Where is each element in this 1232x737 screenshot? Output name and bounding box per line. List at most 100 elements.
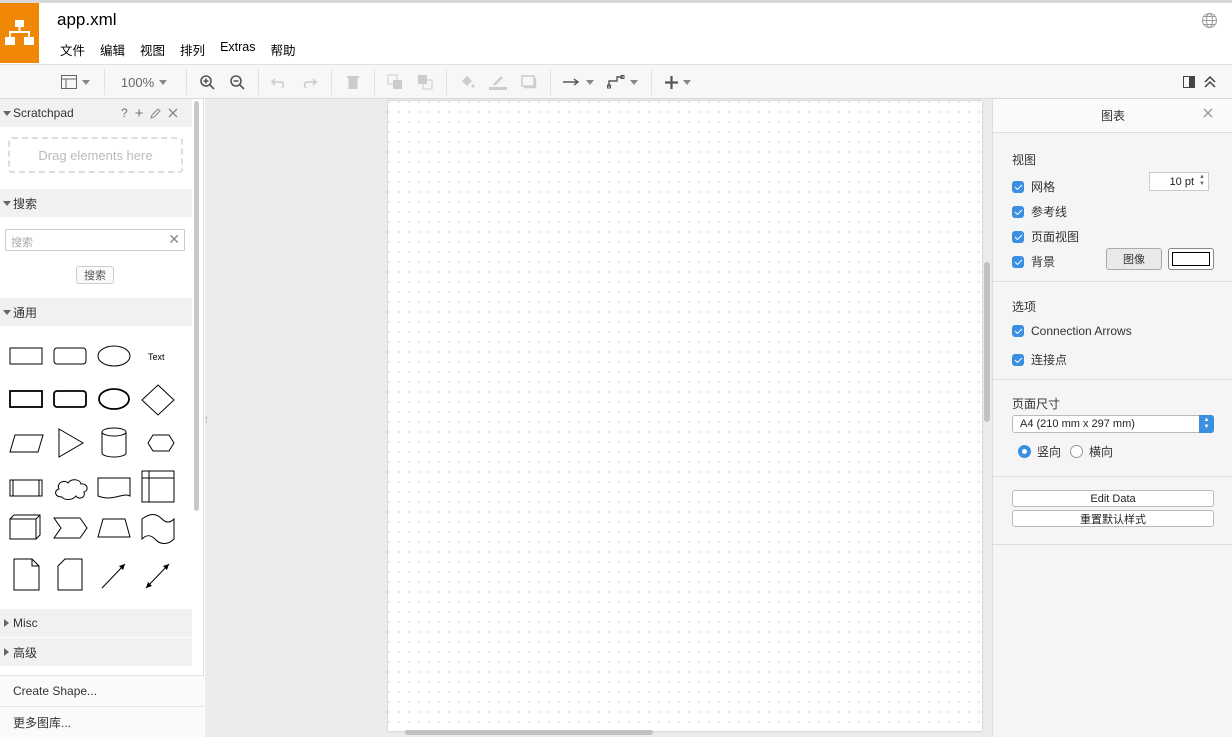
shape-search-input[interactable]: 搜索 ✕ (5, 229, 185, 251)
fill-color-button[interactable] (456, 65, 478, 99)
double-chevron-up-icon (1204, 76, 1216, 88)
create-shape-button[interactable]: Create Shape... (0, 675, 204, 706)
triangle-shape (58, 428, 84, 458)
file-title[interactable]: app.xml (57, 10, 117, 30)
zoom-in-button[interactable] (196, 65, 218, 99)
toolbar: 100% (0, 64, 1232, 99)
bring-to-front-icon (387, 74, 402, 89)
delete-button[interactable] (342, 65, 364, 99)
menu-edit[interactable]: 编辑 (100, 40, 125, 58)
checkmark-icon (1012, 353, 1024, 366)
view-section: 视图 网格 10 pt ▲ ▼ 参考线 页面视图 背景 图像 (993, 134, 1232, 282)
redo-button[interactable] (298, 65, 320, 99)
add-icon[interactable]: + (135, 105, 144, 122)
select-arrows-icon: ▲ ▼ (1199, 415, 1214, 433)
zoom-dropdown[interactable]: 100% (112, 65, 176, 99)
hexagon-shape (147, 434, 175, 452)
advanced-section-header[interactable]: 高级 (0, 638, 192, 666)
grid-size-value: 10 pt (1169, 175, 1194, 188)
close-panel-icon[interactable] (1203, 108, 1213, 118)
ellipse-shape (97, 345, 131, 367)
waypoints-dropdown[interactable] (604, 65, 640, 99)
diagram-canvas[interactable] (205, 99, 992, 737)
background-image-button[interactable]: 图像 (1106, 248, 1162, 270)
paint-bucket-icon (462, 75, 475, 87)
menu-extras[interactable]: Extras (220, 40, 255, 56)
general-shapes-palette: Text (9, 345, 175, 591)
search-section-header[interactable]: 搜索 (0, 189, 192, 217)
edit-data-button[interactable]: Edit Data (1012, 490, 1214, 507)
portrait-radio[interactable]: 竖向 (1018, 443, 1061, 460)
portrait-label: 竖向 (1037, 445, 1062, 459)
grid-size-input[interactable]: 10 pt ▲ ▼ (1149, 172, 1209, 191)
left-panel-scrollbar[interactable] (194, 101, 199, 511)
general-section-header[interactable]: 通用 (0, 298, 192, 326)
page-view-checkbox[interactable]: 页面视图 (1012, 228, 1079, 245)
expand-caret-icon (3, 310, 11, 315)
reset-style-button[interactable]: 重置默认样式 (1012, 510, 1214, 527)
grid-label: 网格 (1031, 180, 1056, 194)
shadow-button[interactable] (518, 65, 540, 99)
close-icon[interactable] (168, 108, 178, 118)
sidebar-splitter-handle[interactable]: ⁞ (205, 415, 208, 425)
format-panel-toggle[interactable] (55, 65, 95, 99)
diagram-page[interactable] (388, 101, 982, 731)
landscape-radio[interactable]: 横向 (1070, 443, 1113, 460)
line-color-button[interactable] (487, 65, 509, 99)
checkmark-icon (1012, 180, 1024, 193)
search-button[interactable]: 搜索 (76, 266, 114, 284)
undo-button[interactable] (268, 65, 290, 99)
connection-arrows-checkbox[interactable]: Connection Arrows (1012, 324, 1132, 338)
canvas-horizontal-scrollbar[interactable] (405, 730, 653, 735)
menu-arrange[interactable]: 排列 (180, 40, 205, 58)
note-shape (13, 558, 40, 591)
card-shape (57, 558, 83, 591)
bold-ellipse-shape (98, 388, 130, 410)
format-panel: 图表 视图 网格 10 pt ▲ ▼ 参考线 页面视图 背景 图像 选项 Conne… (992, 99, 1232, 737)
stepper-arrows-icon[interactable]: ▲ ▼ (1197, 174, 1207, 189)
radio-unselected-icon (1070, 445, 1083, 458)
collapse-toolbar-button[interactable] (1201, 65, 1219, 99)
edit-pencil-icon[interactable] (150, 107, 162, 119)
collapse-caret-icon (4, 619, 9, 627)
scratchpad-header[interactable]: Scratchpad ? + (0, 99, 192, 127)
scratchpad-drop-zone[interactable]: Drag elements here (8, 137, 183, 173)
advanced-section-title: 高级 (13, 645, 38, 660)
insert-dropdown[interactable] (660, 65, 696, 99)
guides-checkbox[interactable]: 参考线 (1012, 203, 1067, 220)
connection-points-checkbox[interactable]: 连接点 (1012, 351, 1067, 368)
sidebar-panel-icon (1183, 76, 1195, 88)
plus-icon (665, 75, 678, 89)
search-placeholder: 搜索 (11, 237, 33, 249)
diamond-shape (141, 384, 175, 416)
background-checkbox[interactable]: 背景 (1012, 253, 1055, 270)
menu-view[interactable]: 视图 (140, 40, 165, 58)
menu-help[interactable]: 帮助 (271, 40, 296, 58)
page-size-select[interactable]: A4 (210 mm x 297 mm) ▲ ▼ (1012, 415, 1214, 433)
tape-shape (141, 514, 175, 544)
zoom-out-button[interactable] (226, 65, 248, 99)
format-panel-button[interactable] (1181, 65, 1197, 99)
clear-search-icon[interactable]: ✕ (168, 231, 180, 248)
radio-selected-icon (1018, 445, 1031, 458)
landscape-label: 横向 (1089, 445, 1114, 459)
cylinder-shape (101, 427, 127, 458)
zoom-level: 100% (120, 74, 155, 90)
connection-style-dropdown[interactable] (560, 65, 596, 99)
connection-arrows-label: Connection Arrows (1031, 324, 1132, 338)
misc-section-header[interactable]: Misc (0, 609, 192, 637)
to-front-button[interactable] (384, 65, 406, 99)
more-libraries-button[interactable]: 更多图库... (0, 706, 204, 737)
language-globe-icon[interactable] (1201, 12, 1218, 29)
canvas-vertical-scrollbar[interactable] (984, 262, 990, 422)
menu-file[interactable]: 文件 (60, 40, 85, 58)
misc-section-title: Misc (13, 616, 38, 630)
collapse-caret-icon (4, 648, 9, 656)
to-back-button[interactable] (414, 65, 436, 99)
trash-icon (347, 75, 359, 89)
help-icon[interactable]: ? (121, 106, 128, 120)
zoom-out-icon (229, 74, 245, 90)
background-color-swatch[interactable] (1168, 248, 1214, 270)
bold-rounded-rectangle-shape (53, 390, 87, 408)
grid-checkbox[interactable]: 网格 (1012, 178, 1055, 195)
